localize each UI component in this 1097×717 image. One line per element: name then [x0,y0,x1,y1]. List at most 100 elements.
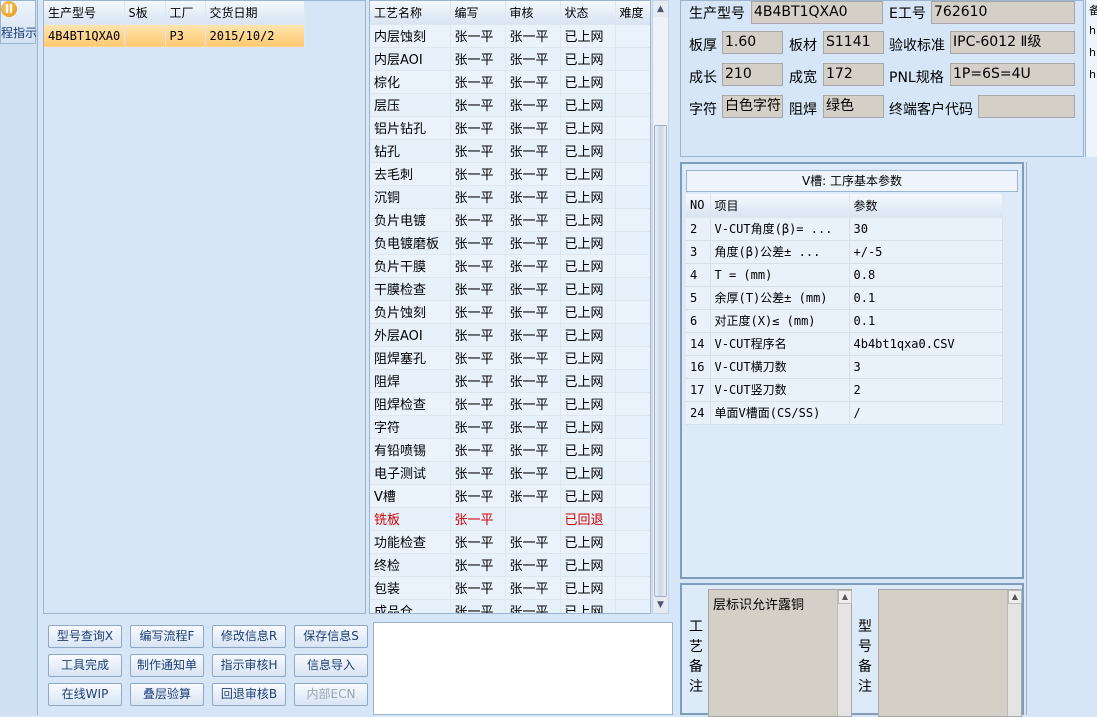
process-row[interactable]: 去毛刺 张一平 张一平 已上网 [370,162,650,186]
process-row[interactable]: 字符 张一平 张一平 已上网 [370,415,650,439]
process-row[interactable]: 有铅喷锡 张一平 张一平 已上网 [370,438,650,462]
process-col-header[interactable]: 状态 [560,1,616,25]
standard-field[interactable]: IPC-6012 Ⅱ级 [950,31,1075,54]
model-field[interactable]: 4B4BT1QXA0 [751,1,883,24]
vcut-value-cell[interactable]: 0.1 [849,309,1003,333]
process-status-cell: 已上网 [560,139,616,163]
action-button[interactable]: 编写流程F [130,625,204,648]
process-name-cell: 铣板 [370,507,451,531]
process-row[interactable]: 电子测试 张一平 张一平 已上网 [370,461,650,485]
vcut-col-header[interactable]: 参数 [849,194,1003,218]
vcut-row[interactable]: 5 余厚(T)公差± (mm) 0.1 [686,286,1003,310]
scroll-up-icon[interactable]: ▲ [653,1,668,17]
process-row[interactable]: 终检 张一平 张一平 已上网 [370,553,650,577]
process-row[interactable]: 外层AOI 张一平 张一平 已上网 [370,323,650,347]
action-button[interactable]: 修改信息R [212,625,286,648]
vcut-row[interactable]: 17 V-CUT竖刀数 2 [686,378,1003,402]
product-col-header[interactable]: 生产型号 [44,1,125,25]
process-row[interactable]: 功能检查 张一平 张一平 已上网 [370,530,650,554]
process-row[interactable]: 钻孔 张一平 张一平 已上网 [370,139,650,163]
process-col-header[interactable]: 难度 [615,1,650,25]
process-reviewer-cell: 张一平 [505,208,561,232]
process-name-cell: 负电镀磨板 [370,231,451,255]
action-button[interactable]: 型号查询X [48,625,122,648]
material-field[interactable]: S1141 [823,31,884,54]
scroll-down-icon[interactable]: ▼ [653,597,668,613]
char-field[interactable]: 白色字符 [722,95,783,118]
process-row[interactable]: 负电镀磨板 张一平 张一平 已上网 [370,231,650,255]
process-row[interactable]: 干膜检查 张一平 张一平 已上网 [370,277,650,301]
remark-scrollbar[interactable]: ▲ [837,590,852,716]
vcut-value-cell[interactable]: +/-5 [849,240,1003,264]
scroll-up-icon[interactable]: ▲ [838,590,852,604]
action-button[interactable]: 在线WIP [48,683,122,706]
process-row[interactable]: V槽 张一平 张一平 已上网 [370,483,650,508]
process-row[interactable]: 负片蚀刻 张一平 张一平 已上网 [370,300,650,324]
product-col-header[interactable]: 工厂 [165,1,206,25]
process-row[interactable]: 铣板 张一平 已回退 [370,507,650,531]
scroll-up-icon[interactable]: ▲ [1008,590,1022,604]
vcut-row[interactable]: 2 V-CUT角度(β)= ... 30 [686,216,1003,241]
pnl-field[interactable]: 1P=6S=4U [950,63,1075,86]
vcut-value-cell[interactable]: / [849,401,1003,425]
process-instruction-label: 程指示 [1,26,38,40]
process-status-cell: 已上网 [560,599,616,613]
vcut-value-cell[interactable]: 0.8 [849,263,1003,287]
process-row[interactable]: 铝片钻孔 张一平 张一平 已上网 [370,116,650,140]
model-remark-scrollbar[interactable]: ▲ [1007,590,1022,716]
action-button[interactable]: 内部ECN [294,683,368,706]
process-row[interactable]: 成品仓 张一平 张一平 已上网 [370,599,650,613]
process-instruction-button[interactable]: 程指示 [0,0,38,44]
process-row[interactable]: 层压 张一平 张一平 已上网 [370,93,650,117]
product-col-header[interactable]: 交货日期 [205,1,305,25]
vcut-item-cell: 对正度(X)≤ (mm) [710,309,850,333]
solder-mask-field[interactable]: 绿色 [823,95,884,118]
action-button[interactable]: 回退审核B [212,683,286,706]
process-col-header[interactable]: 编写 [450,1,506,25]
process-col-header[interactable]: 工艺名称 [370,1,451,25]
vcut-value-cell[interactable]: 30 [849,216,1003,241]
vcut-row[interactable]: 3 角度(β)公差± ... +/-5 [686,240,1003,264]
length-field[interactable]: 210 [722,63,783,86]
e-number-field[interactable]: 762610 [931,1,1075,24]
process-writer-cell: 张一平 [450,231,506,255]
process-row[interactable]: 阻焊塞孔 张一平 张一平 已上网 [370,346,650,370]
process-row[interactable]: 阻焊检查 张一平 张一平 已上网 [370,392,650,416]
thickness-field[interactable]: 1.60 [722,31,783,54]
process-list-scrollbar[interactable]: ▲ ▼ [652,0,669,614]
process-row[interactable]: 棕化 张一平 张一平 已上网 [370,70,650,94]
process-row[interactable]: 内层蚀刻 张一平 张一平 已上网 [370,24,650,48]
vcut-value-cell[interactable]: 0.1 [849,286,1003,310]
width-field[interactable]: 172 [823,63,884,86]
action-button[interactable]: 指示审核H [212,654,286,677]
vcut-value-cell[interactable]: 2 [849,378,1003,402]
process-row[interactable]: 沉铜 张一平 张一平 已上网 [370,185,650,209]
vcut-col-header[interactable]: 项目 [710,194,850,218]
vcut-value-cell[interactable]: 3 [849,355,1003,379]
process-row[interactable]: 包装 张一平 张一平 已上网 [370,576,650,600]
process-col-header[interactable]: 审核 [505,1,561,25]
process-row[interactable]: 阻焊 张一平 张一平 已上网 [370,369,650,393]
vcut-col-header[interactable]: NO [686,194,711,218]
action-button[interactable]: 工具完成 [48,654,122,677]
model-remark-text[interactable]: ▲ [878,589,1022,717]
action-button[interactable]: 保存信息S [294,625,368,648]
vcut-row[interactable]: 14 V-CUT程序名 4b4bt1qxa0.CSV [686,332,1003,356]
process-row[interactable]: 负片电镀 张一平 张一平 已上网 [370,208,650,232]
vcut-row[interactable]: 6 对正度(X)≤ (mm) 0.1 [686,309,1003,333]
process-row[interactable]: 负片干膜 张一平 张一平 已上网 [370,254,650,278]
scroll-thumb[interactable] [654,125,667,597]
process-remark-text[interactable]: 层标识允许露铜 ▲ [708,589,852,717]
customer-code-field[interactable] [978,95,1075,118]
product-row[interactable]: 4B4BT1QXA0 P3 2015/10/2 [44,23,305,48]
action-button[interactable]: 制作通知单 [130,654,204,677]
vcut-value-cell[interactable]: 4b4bt1qxa0.CSV [849,332,1003,356]
vcut-row[interactable]: 16 V-CUT横刀数 3 [686,355,1003,379]
action-button[interactable]: 叠层验算 [130,683,204,706]
vcut-row[interactable]: 4T = (mm) 0.8 [686,263,1003,287]
process-status-cell: 已上网 [560,116,616,140]
product-col-header[interactable]: S板 [124,1,166,25]
process-row[interactable]: 内层AOI 张一平 张一平 已上网 [370,47,650,71]
action-button[interactable]: 信息导入 [294,654,368,677]
vcut-row[interactable]: 24 单面V槽面(CS/SS) / [686,401,1003,425]
